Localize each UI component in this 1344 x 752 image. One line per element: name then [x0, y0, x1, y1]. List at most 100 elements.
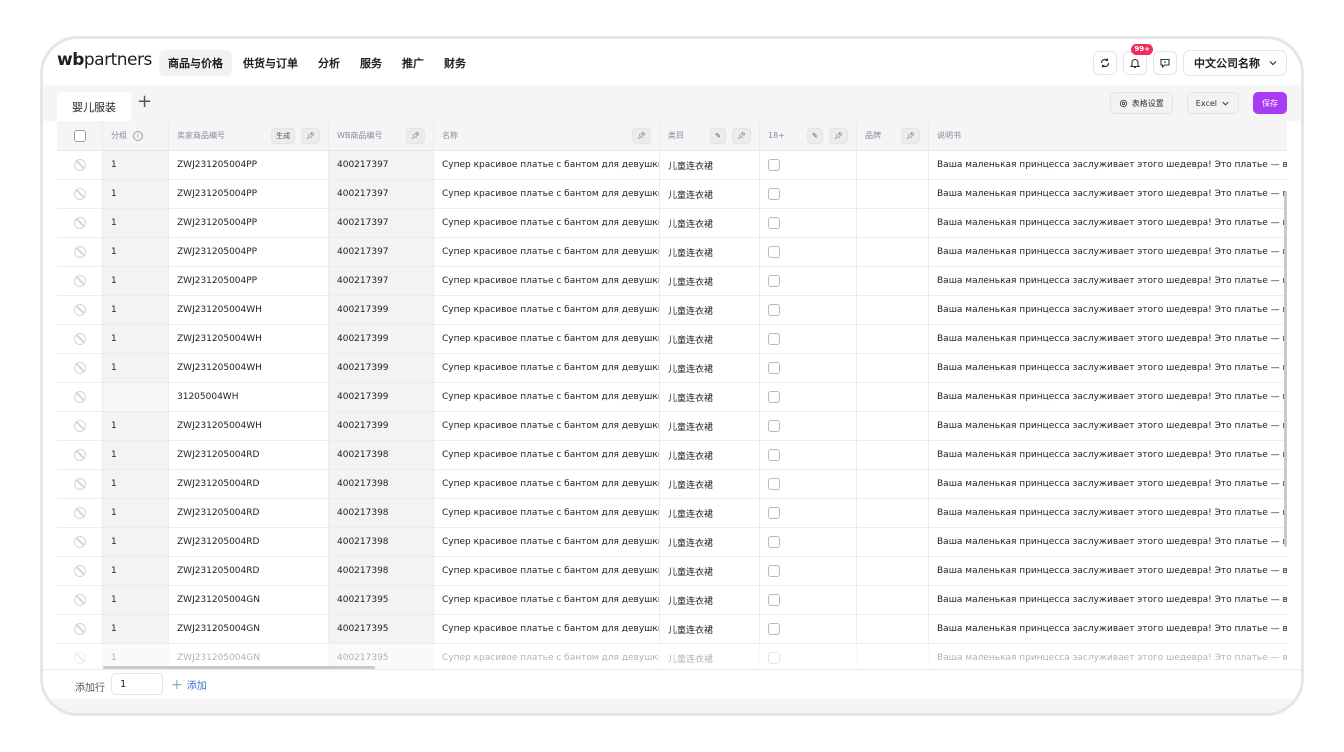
notifications-button[interactable]: 99+ [1123, 44, 1153, 75]
row-select[interactable] [57, 412, 103, 440]
pin-icon[interactable]: 📌︎ [406, 127, 425, 144]
name-cell[interactable]: Супер красивое платье с бантом для девуш… [434, 557, 660, 585]
name-cell[interactable]: Супер красивое платье с бантом для девуш… [434, 644, 660, 671]
group-cell[interactable]: 1 [103, 528, 169, 556]
category-cell[interactable]: 儿童连衣裙 [660, 412, 760, 440]
category-cell[interactable]: 儿童连衣裙 [660, 586, 760, 614]
row-select[interactable] [57, 528, 103, 556]
info-icon[interactable]: i [133, 130, 143, 141]
seller-sku-cell[interactable]: ZWJ231205004RD [169, 441, 329, 469]
wbpartners-logo[interactable]: wbpartners [57, 50, 152, 70]
description-cell[interactable]: Ваша маленькая принцесса заслуживает это… [929, 557, 1287, 585]
table-settings-button[interactable]: 表格设置 [1109, 92, 1173, 114]
category-cell[interactable]: 儿童连衣裙 [660, 296, 760, 324]
row-select[interactable] [57, 209, 103, 237]
brand-cell[interactable] [857, 586, 929, 614]
nav-item-promotion[interactable]: 推广 [393, 50, 433, 76]
group-cell[interactable]: 1 [103, 354, 169, 382]
pin-icon[interactable]: 📌︎ [829, 127, 848, 144]
brand-cell[interactable] [857, 238, 929, 266]
group-cell[interactable]: 1 [103, 209, 169, 237]
age18-checkbox[interactable] [768, 536, 780, 548]
age18-checkbox[interactable] [768, 565, 780, 577]
group-cell[interactable]: 1 [103, 296, 169, 324]
name-cell[interactable]: Супер красивое платье с бантом для девуш… [434, 238, 660, 266]
brand-cell[interactable] [857, 528, 929, 556]
age18-checkbox[interactable] [768, 594, 780, 606]
category-cell[interactable]: 儿童连衣裙 [660, 644, 760, 671]
age18-checkbox[interactable] [768, 188, 780, 200]
add-row-button[interactable]: + 添加 [171, 677, 207, 693]
age18-checkbox[interactable] [768, 623, 780, 635]
age18-checkbox[interactable] [768, 159, 780, 171]
name-cell[interactable]: Супер красивое платье с бантом для девуш… [434, 296, 660, 324]
pin-icon[interactable]: 📌︎ [301, 127, 320, 144]
vertical-scrollbar[interactable] [1284, 191, 1287, 547]
table-row[interactable]: 1 ZWJ231205004RD 400217398 Супер красивое п… [57, 557, 1287, 586]
description-cell[interactable]: Ваша маленькая принцесса заслуживает это… [929, 180, 1287, 208]
description-cell[interactable]: Ваша маленькая принцесса заслуживает это… [929, 615, 1287, 643]
seller-sku-cell[interactable]: 31205004WH [169, 383, 329, 411]
group-cell[interactable]: 1 [103, 238, 169, 266]
row-select[interactable] [57, 151, 103, 179]
table-row[interactable]: 1 ZWJ231205004RD 400217398 Супер красивое п… [57, 528, 1287, 557]
age18-checkbox[interactable] [768, 507, 780, 519]
group-cell[interactable]: 1 [103, 267, 169, 295]
pin-icon[interactable]: 📌︎ [901, 127, 920, 144]
brand-cell[interactable] [857, 499, 929, 527]
brand-cell[interactable] [857, 267, 929, 295]
age18-checkbox[interactable] [768, 362, 780, 374]
category-cell[interactable]: 儿童连衣裙 [660, 470, 760, 498]
row-select[interactable] [57, 267, 103, 295]
seller-sku-cell[interactable]: ZWJ231205004WH [169, 412, 329, 440]
group-cell[interactable]: 1 [103, 615, 169, 643]
edit-icon[interactable]: ✎ [710, 127, 727, 144]
description-cell[interactable]: Ваша маленькая принцесса заслуживает это… [929, 325, 1287, 353]
row-select[interactable] [57, 441, 103, 469]
category-cell[interactable]: 儿童连衣裙 [660, 528, 760, 556]
category-cell[interactable]: 儿童连衣裙 [660, 441, 760, 469]
table-row[interactable]: 1 ZWJ231205004RD 400217398 Супер красивое п… [57, 470, 1287, 499]
category-cell[interactable]: 儿童连衣裙 [660, 615, 760, 643]
name-cell[interactable]: Супер красивое платье с бантом для девуш… [434, 383, 660, 411]
group-cell[interactable]: 1 [103, 151, 169, 179]
nav-item-supply-orders[interactable]: 供货与订单 [234, 50, 307, 76]
name-cell[interactable]: Супер красивое платье с бантом для девуш… [434, 151, 660, 179]
category-cell[interactable]: 儿童连衣裙 [660, 354, 760, 382]
row-select[interactable] [57, 499, 103, 527]
table-row[interactable]: 1 ZWJ231205004GN 400217395 Супер красивое п… [57, 615, 1287, 644]
row-select[interactable] [57, 557, 103, 585]
brand-cell[interactable] [857, 383, 929, 411]
description-cell[interactable]: Ваша маленькая принцесса заслуживает это… [929, 441, 1287, 469]
seller-sku-cell[interactable]: ZWJ231205004RD [169, 470, 329, 498]
description-cell[interactable]: Ваша маленькая принцесса заслуживает это… [929, 383, 1287, 411]
seller-sku-cell[interactable]: ZWJ231205004GN [169, 615, 329, 643]
nav-item-analytics[interactable]: 分析 [309, 50, 349, 76]
description-cell[interactable]: Ваша маленькая принцесса заслуживает это… [929, 644, 1287, 671]
seller-sku-cell[interactable]: ZWJ231205004WH [169, 325, 329, 353]
age18-checkbox[interactable] [768, 478, 780, 490]
brand-cell[interactable] [857, 557, 929, 585]
description-cell[interactable]: Ваша маленькая принцесса заслуживает это… [929, 151, 1287, 179]
age18-checkbox[interactable] [768, 333, 780, 345]
brand-cell[interactable] [857, 615, 929, 643]
brand-cell[interactable] [857, 412, 929, 440]
name-cell[interactable]: Супер красивое платье с бантом для девуш… [434, 412, 660, 440]
description-cell[interactable]: Ваша маленькая принцесса заслуживает это… [929, 267, 1287, 295]
table-row[interactable]: 1 ZWJ231205004WH 400217399 Супер красивое п… [57, 296, 1287, 325]
category-cell[interactable]: 儿童连衣裙 [660, 325, 760, 353]
company-selector[interactable]: 中文公司名称 [1183, 50, 1287, 76]
brand-cell[interactable] [857, 151, 929, 179]
group-cell[interactable]: 1 [103, 557, 169, 585]
table-row[interactable]: 31205004WH 400217399 Супер красивое платье… [57, 383, 1287, 412]
add-rows-count-input[interactable] [111, 673, 163, 695]
age18-checkbox[interactable] [768, 246, 780, 258]
table-row[interactable]: 1 ZWJ231205004PP 400217397 Супер красивое п… [57, 238, 1287, 267]
sync-button[interactable] [1093, 51, 1117, 75]
row-select[interactable] [57, 644, 103, 671]
description-cell[interactable]: Ваша маленькая принцесса заслуживает это… [929, 238, 1287, 266]
table-row[interactable]: 1 ZWJ231205004PP 400217397 Супер красивое п… [57, 267, 1287, 296]
description-cell[interactable]: Ваша маленькая принцесса заслуживает это… [929, 354, 1287, 382]
description-cell[interactable]: Ваша маленькая принцесса заслуживает это… [929, 209, 1287, 237]
row-select[interactable] [57, 238, 103, 266]
